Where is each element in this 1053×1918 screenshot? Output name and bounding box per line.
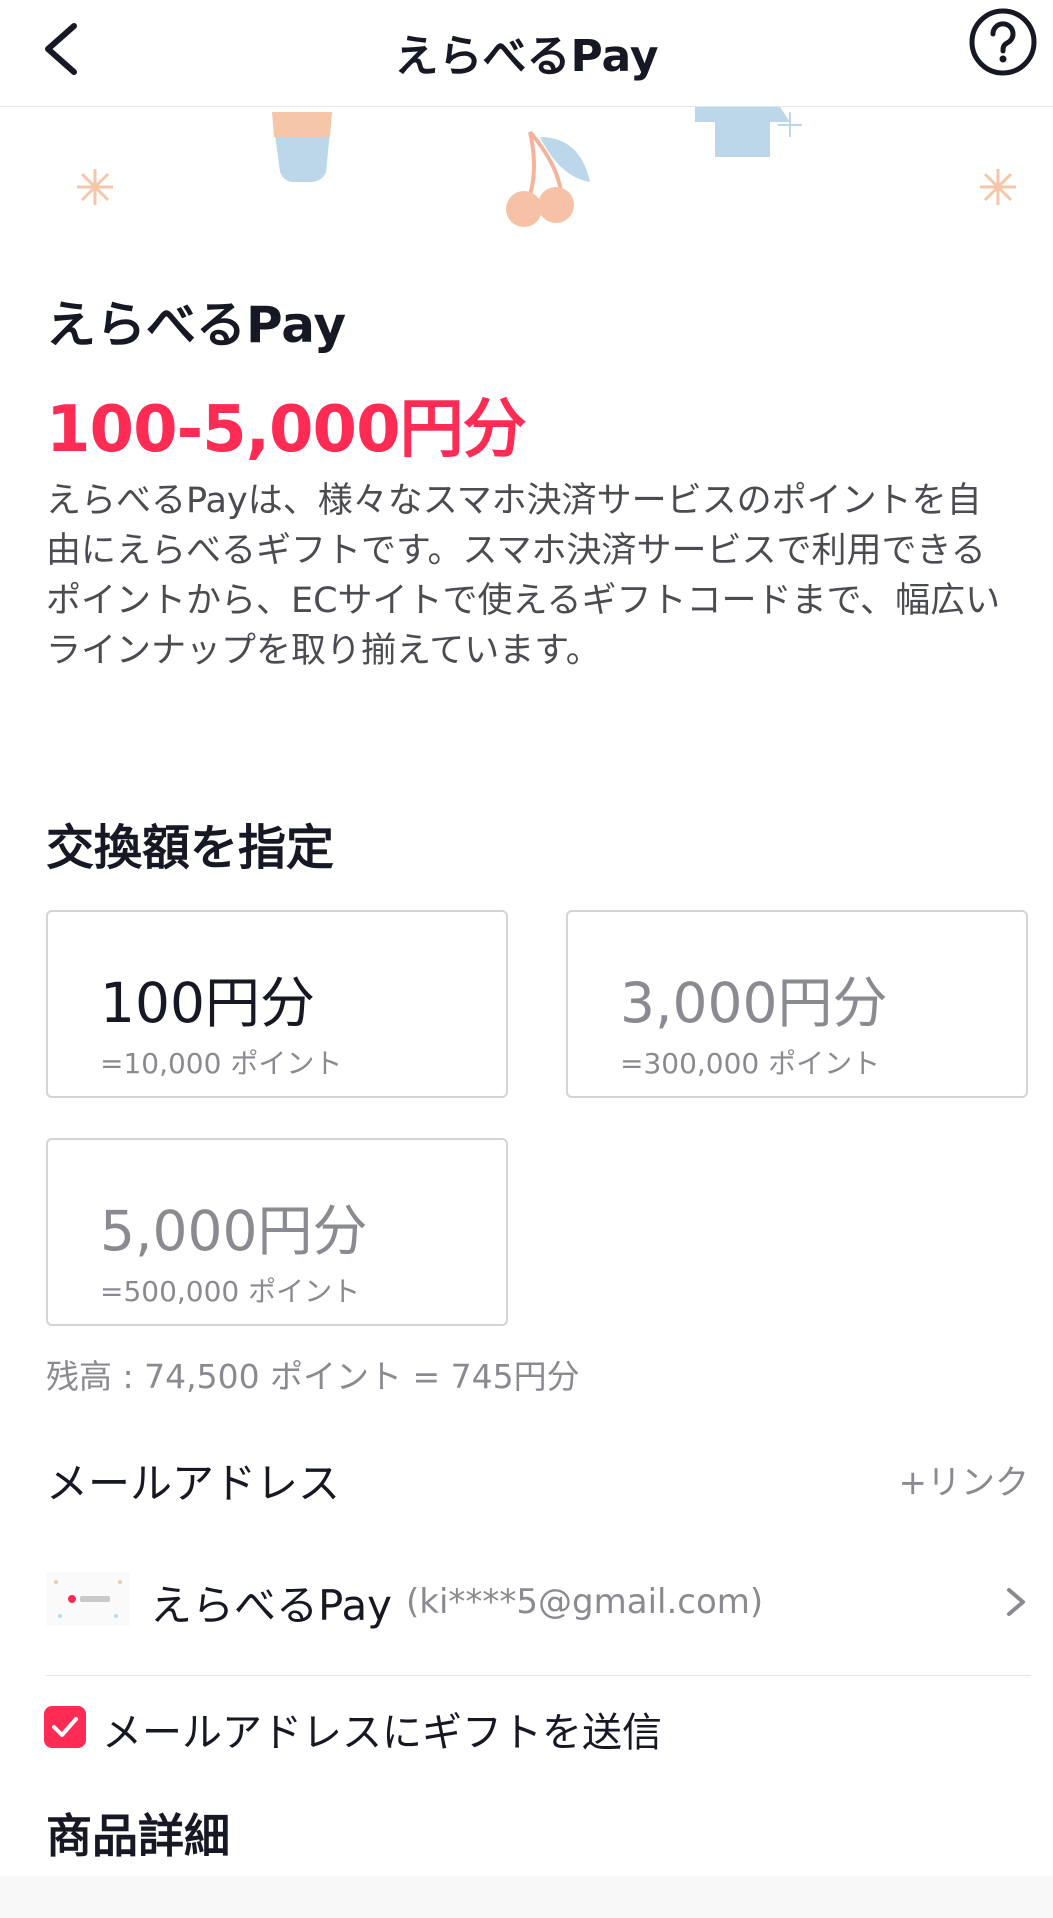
link-button[interactable]: +リンク	[899, 1455, 1030, 1504]
product-name: えらべるPay	[46, 296, 347, 354]
cup-icon	[272, 112, 332, 182]
email-section-label: メールアドレス	[46, 1459, 341, 1508]
send-gift-checkbox[interactable]	[44, 1706, 86, 1748]
cherry-icon	[506, 130, 590, 227]
shirt-icon	[695, 107, 790, 157]
points-balance: 残高 : 74,500 ポイント = 745円分	[46, 1357, 580, 1396]
amount-section-title: 交換額を指定	[46, 820, 335, 876]
help-button[interactable]	[967, 6, 1039, 78]
page-title: えらべるPay	[394, 31, 659, 82]
decorative-banner	[77, 107, 1016, 227]
product-description: えらべるPayは、様々なスマホ決済サービスのポイントを自由にえらべるギフトです。…	[46, 481, 1001, 671]
top-bar: えらべるPay	[0, 0, 1053, 107]
amount-option-100[interactable]: 100円分 =10,000 ポイント	[46, 910, 508, 1098]
amount-points: =500,000 ポイント	[100, 1275, 361, 1308]
divider	[46, 1675, 1031, 1676]
bottom-strip	[0, 1876, 1053, 1918]
send-gift-label: メールアドレスにギフトを送信	[102, 1710, 662, 1756]
checkmark-icon	[52, 1717, 78, 1737]
chevron-right-icon	[1001, 1582, 1031, 1622]
question-circle-icon	[969, 8, 1037, 76]
amount-points: =300,000 ポイント	[620, 1047, 881, 1080]
account-name: えらべるPay	[150, 1581, 393, 1630]
product-details-title: 商品詳細	[46, 1809, 230, 1863]
amount-points: =10,000 ポイント	[100, 1047, 343, 1080]
amount-value: 5,000円分	[100, 1199, 368, 1263]
amount-option-5000[interactable]: 5,000円分 =500,000 ポイント	[46, 1138, 508, 1326]
account-thumbnail	[46, 1572, 130, 1626]
product-price-range: 100-5,000円分	[46, 393, 527, 467]
amount-option-3000[interactable]: 3,000円分 =300,000 ポイント	[566, 910, 1028, 1098]
amount-value: 100円分	[100, 971, 315, 1035]
amount-value: 3,000円分	[620, 971, 888, 1035]
linked-account-row[interactable]: えらべるPay (ki****5@gmail.com)	[46, 1562, 1031, 1642]
account-email: (ki****5@gmail.com)	[406, 1582, 764, 1622]
